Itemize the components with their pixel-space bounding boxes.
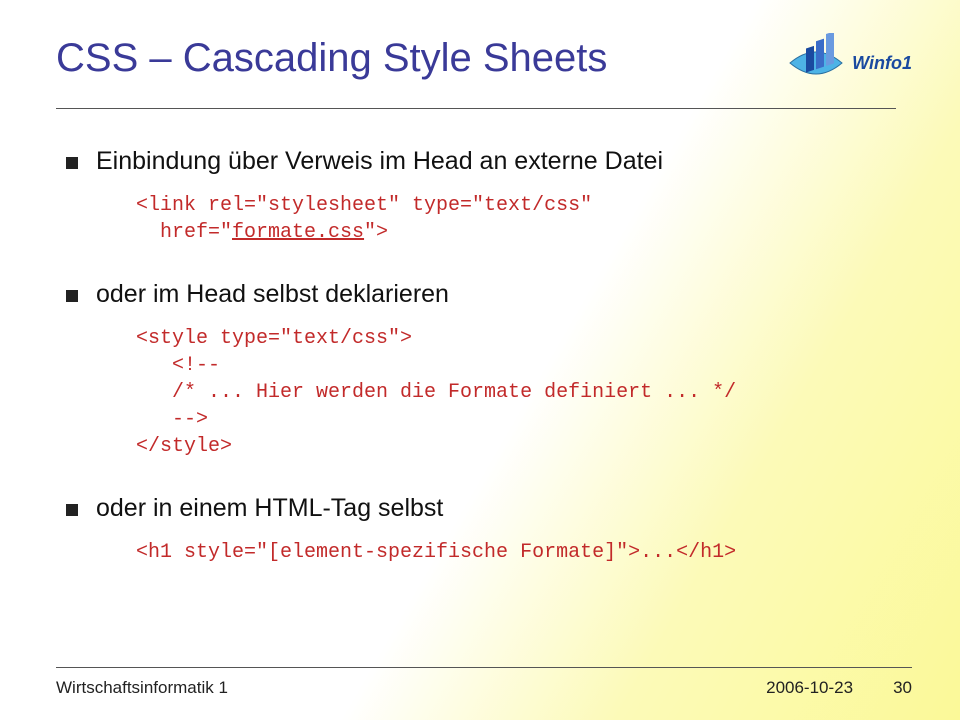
code-line: <link rel="stylesheet" type="text/css" <box>136 194 592 217</box>
bullet-marker-icon <box>66 157 78 169</box>
bullet-item: oder in einem HTML-Tag selbst <box>66 494 912 523</box>
logo-text: Winfo1 <box>852 53 912 74</box>
code-line: --> <box>136 408 208 431</box>
code-line: href=" <box>136 221 232 244</box>
bullet-marker-icon <box>66 504 78 516</box>
bullet-item: oder im Head selbst deklarieren <box>66 280 912 309</box>
bullet-item: Einbindung über Verweis im Head an exter… <box>66 147 912 176</box>
bullet-text: oder in einem HTML-Tag selbst <box>96 494 443 523</box>
code-line: </style> <box>136 435 232 458</box>
bullet-text: oder im Head selbst deklarieren <box>96 280 449 309</box>
footer-divider <box>56 667 912 668</box>
bullet-text: Einbindung über Verweis im Head an exter… <box>96 147 663 176</box>
code-filename: formate.css <box>232 221 364 244</box>
logo: Winfo1 <box>782 28 912 98</box>
footer-page-number: 30 <box>893 678 912 698</box>
code-block: <style type="text/css"> <!-- /* ... Hier… <box>136 325 912 460</box>
slide-body: Einbindung über Verweis im Head an exter… <box>56 109 912 566</box>
code-line: "> <box>364 221 388 244</box>
code-block: <link rel="stylesheet" type="text/css" h… <box>136 192 912 246</box>
slide: CSS – Cascading Style Sheets Winfo1 Einb… <box>0 0 960 720</box>
footer-course: Wirtschaftsinformatik 1 <box>56 678 766 698</box>
footer-row: Wirtschaftsinformatik 1 2006-10-23 30 <box>56 678 912 698</box>
code-block: <h1 style="[element-spezifische Formate]… <box>136 539 912 566</box>
footer-date: 2006-10-23 <box>766 678 853 698</box>
code-line: <style type="text/css"> <box>136 327 412 350</box>
footer: Wirtschaftsinformatik 1 2006-10-23 30 <box>56 667 912 698</box>
header: CSS – Cascading Style Sheets Winfo1 <box>56 28 912 98</box>
bullet-marker-icon <box>66 290 78 302</box>
slide-title: CSS – Cascading Style Sheets <box>56 28 607 81</box>
code-line: <!-- <box>136 354 220 377</box>
code-line: <h1 style="[element-spezifische Formate]… <box>136 541 736 564</box>
logo-icon <box>786 33 846 93</box>
code-line: /* ... Hier werden die Formate definiert… <box>136 381 736 404</box>
